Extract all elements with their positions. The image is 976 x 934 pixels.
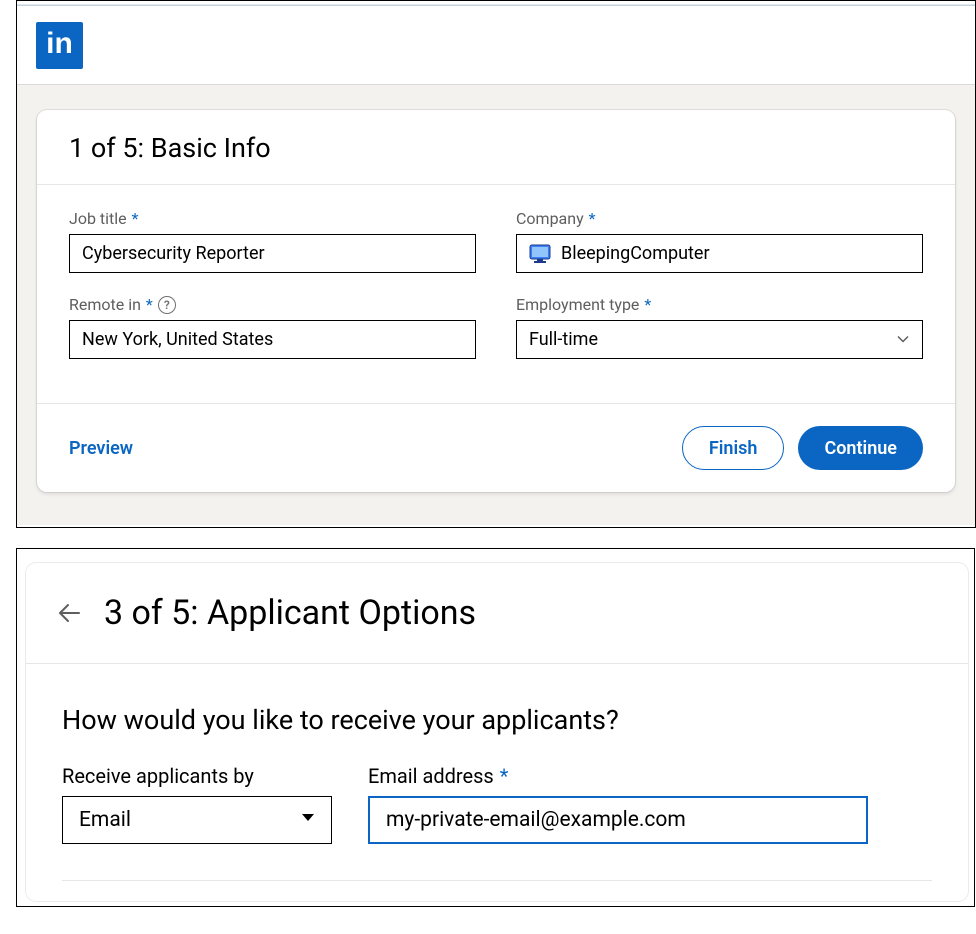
chevron-down-icon xyxy=(896,329,910,350)
card-header: 3 of 5: Applicant Options xyxy=(26,563,968,664)
employment-type-label: Employment type * xyxy=(516,295,923,314)
content-area: 1 of 5: Basic Info Job title * Company xyxy=(17,85,975,525)
form-row: Receive applicants by Email Email addres… xyxy=(62,764,932,844)
label-text: Company xyxy=(516,209,584,228)
job-title-label: Job title * xyxy=(69,209,476,228)
required-indicator: * xyxy=(500,764,509,788)
back-arrow-icon[interactable] xyxy=(54,598,84,628)
email-label: Email address * xyxy=(368,764,868,788)
receive-by-select[interactable]: Email xyxy=(62,796,332,844)
card-header: 1 of 5: Basic Info xyxy=(37,110,955,185)
applicant-options-card: 3 of 5: Applicant Options How would you … xyxy=(26,563,968,901)
linkedin-logo-icon[interactable]: in xyxy=(36,22,83,69)
divider xyxy=(62,880,932,881)
step-basic-info-panel: in 1 of 5: Basic Info Job title * xyxy=(16,0,976,528)
remote-in-label: Remote in * ? xyxy=(69,295,476,314)
employment-type-group: Employment type * Full-time xyxy=(516,295,923,359)
form-row: Remote in * ? Employment type * Full-tim… xyxy=(69,295,923,359)
help-icon[interactable]: ? xyxy=(158,296,176,314)
linkedin-logo-text: in xyxy=(46,29,73,59)
label-text: Remote in xyxy=(69,295,141,314)
top-bar: in xyxy=(17,6,975,85)
email-group: Email address * xyxy=(368,764,868,844)
step-title: 3 of 5: Applicant Options xyxy=(104,593,476,633)
card-body: Job title * Company * xyxy=(37,185,955,403)
form-row: Job title * Company * xyxy=(69,209,923,273)
question-heading: How would you like to receive your appli… xyxy=(62,704,932,736)
company-input[interactable]: BleepingComputer xyxy=(516,234,923,273)
remote-in-group: Remote in * ? xyxy=(69,295,476,359)
basic-info-card: 1 of 5: Basic Info Job title * Company xyxy=(37,110,955,492)
job-title-group: Job title * xyxy=(69,209,476,273)
label-text: Job title xyxy=(69,209,127,228)
receive-by-group: Receive applicants by Email xyxy=(62,764,332,844)
step-applicant-options-panel: 3 of 5: Applicant Options How would you … xyxy=(16,548,975,907)
email-input[interactable] xyxy=(368,796,868,844)
step-title: 1 of 5: Basic Info xyxy=(69,132,923,164)
label-text: Email address xyxy=(368,764,494,788)
preview-link[interactable]: Preview xyxy=(69,438,133,459)
job-title-input[interactable] xyxy=(69,234,476,273)
card-footer: Preview Finish Continue xyxy=(37,403,955,492)
company-logo-icon xyxy=(529,243,551,265)
company-name: BleepingComputer xyxy=(561,243,710,264)
select-value: Full-time xyxy=(529,329,598,350)
select-value: Email xyxy=(79,808,131,832)
card-body: How would you like to receive your appli… xyxy=(26,664,968,901)
required-indicator: * xyxy=(644,295,651,314)
label-text: Employment type xyxy=(516,295,639,314)
required-indicator: * xyxy=(146,295,153,314)
finish-button[interactable]: Finish xyxy=(682,426,785,470)
receive-by-label: Receive applicants by xyxy=(62,764,332,788)
label-text: Receive applicants by xyxy=(62,764,254,788)
footer-actions: Finish Continue xyxy=(682,426,923,470)
company-group: Company * xyxy=(516,209,923,273)
employment-type-select[interactable]: Full-time xyxy=(516,320,923,359)
required-indicator: * xyxy=(589,209,596,228)
company-label: Company * xyxy=(516,209,923,228)
caret-down-icon xyxy=(299,808,317,832)
required-indicator: * xyxy=(132,209,139,228)
remote-in-input[interactable] xyxy=(69,320,476,359)
continue-button[interactable]: Continue xyxy=(798,426,923,470)
